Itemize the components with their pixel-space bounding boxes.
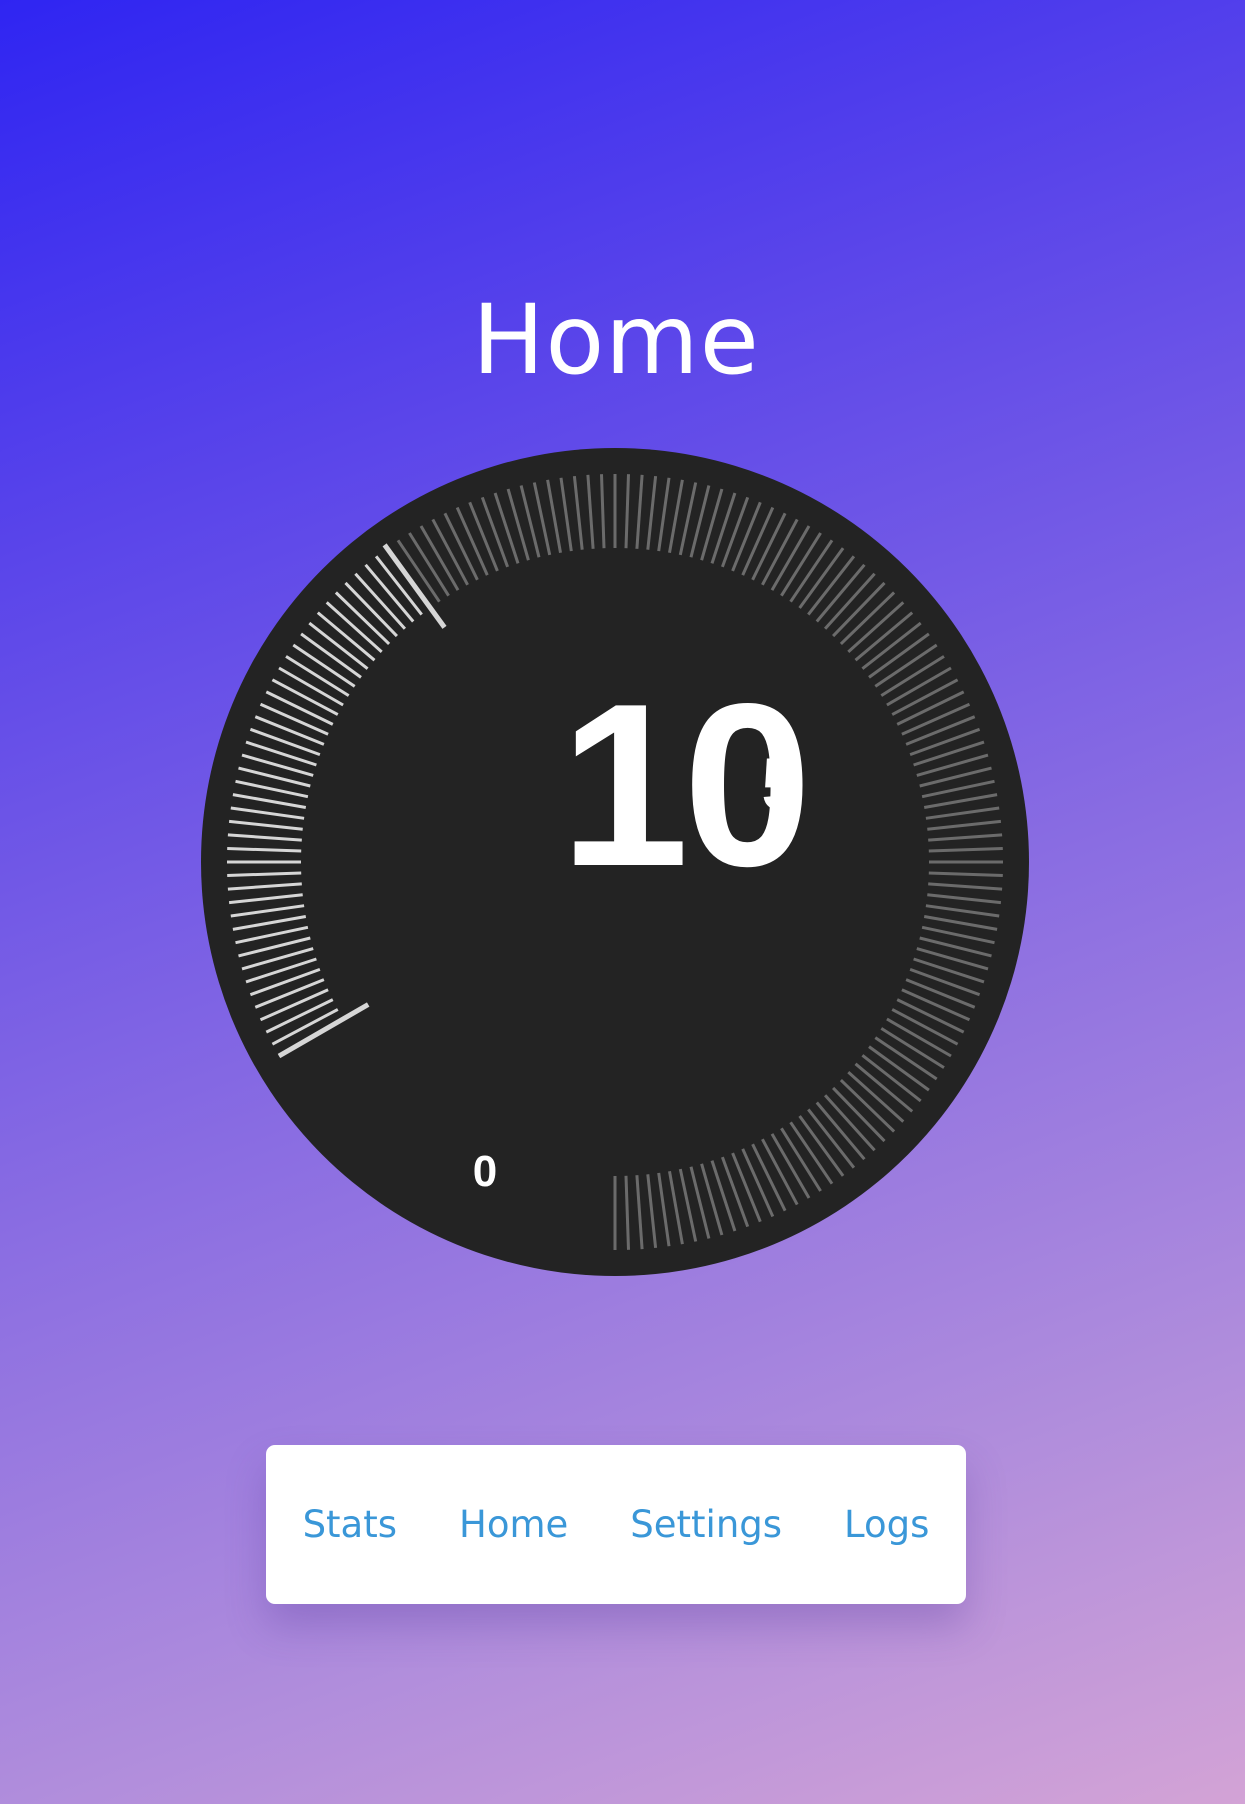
nav-item-stats[interactable]: Stats	[303, 1500, 397, 1550]
nav-item-logs[interactable]: Logs	[844, 1500, 929, 1550]
nav-item-home[interactable]: Home	[459, 1500, 568, 1550]
bottom-nav: Stats Home Settings Logs	[266, 1445, 966, 1604]
dial-min-label: 0	[473, 1147, 497, 1196]
nav-item-settings[interactable]: Settings	[630, 1500, 782, 1550]
dial-value-decimal: 5	[761, 743, 802, 826]
